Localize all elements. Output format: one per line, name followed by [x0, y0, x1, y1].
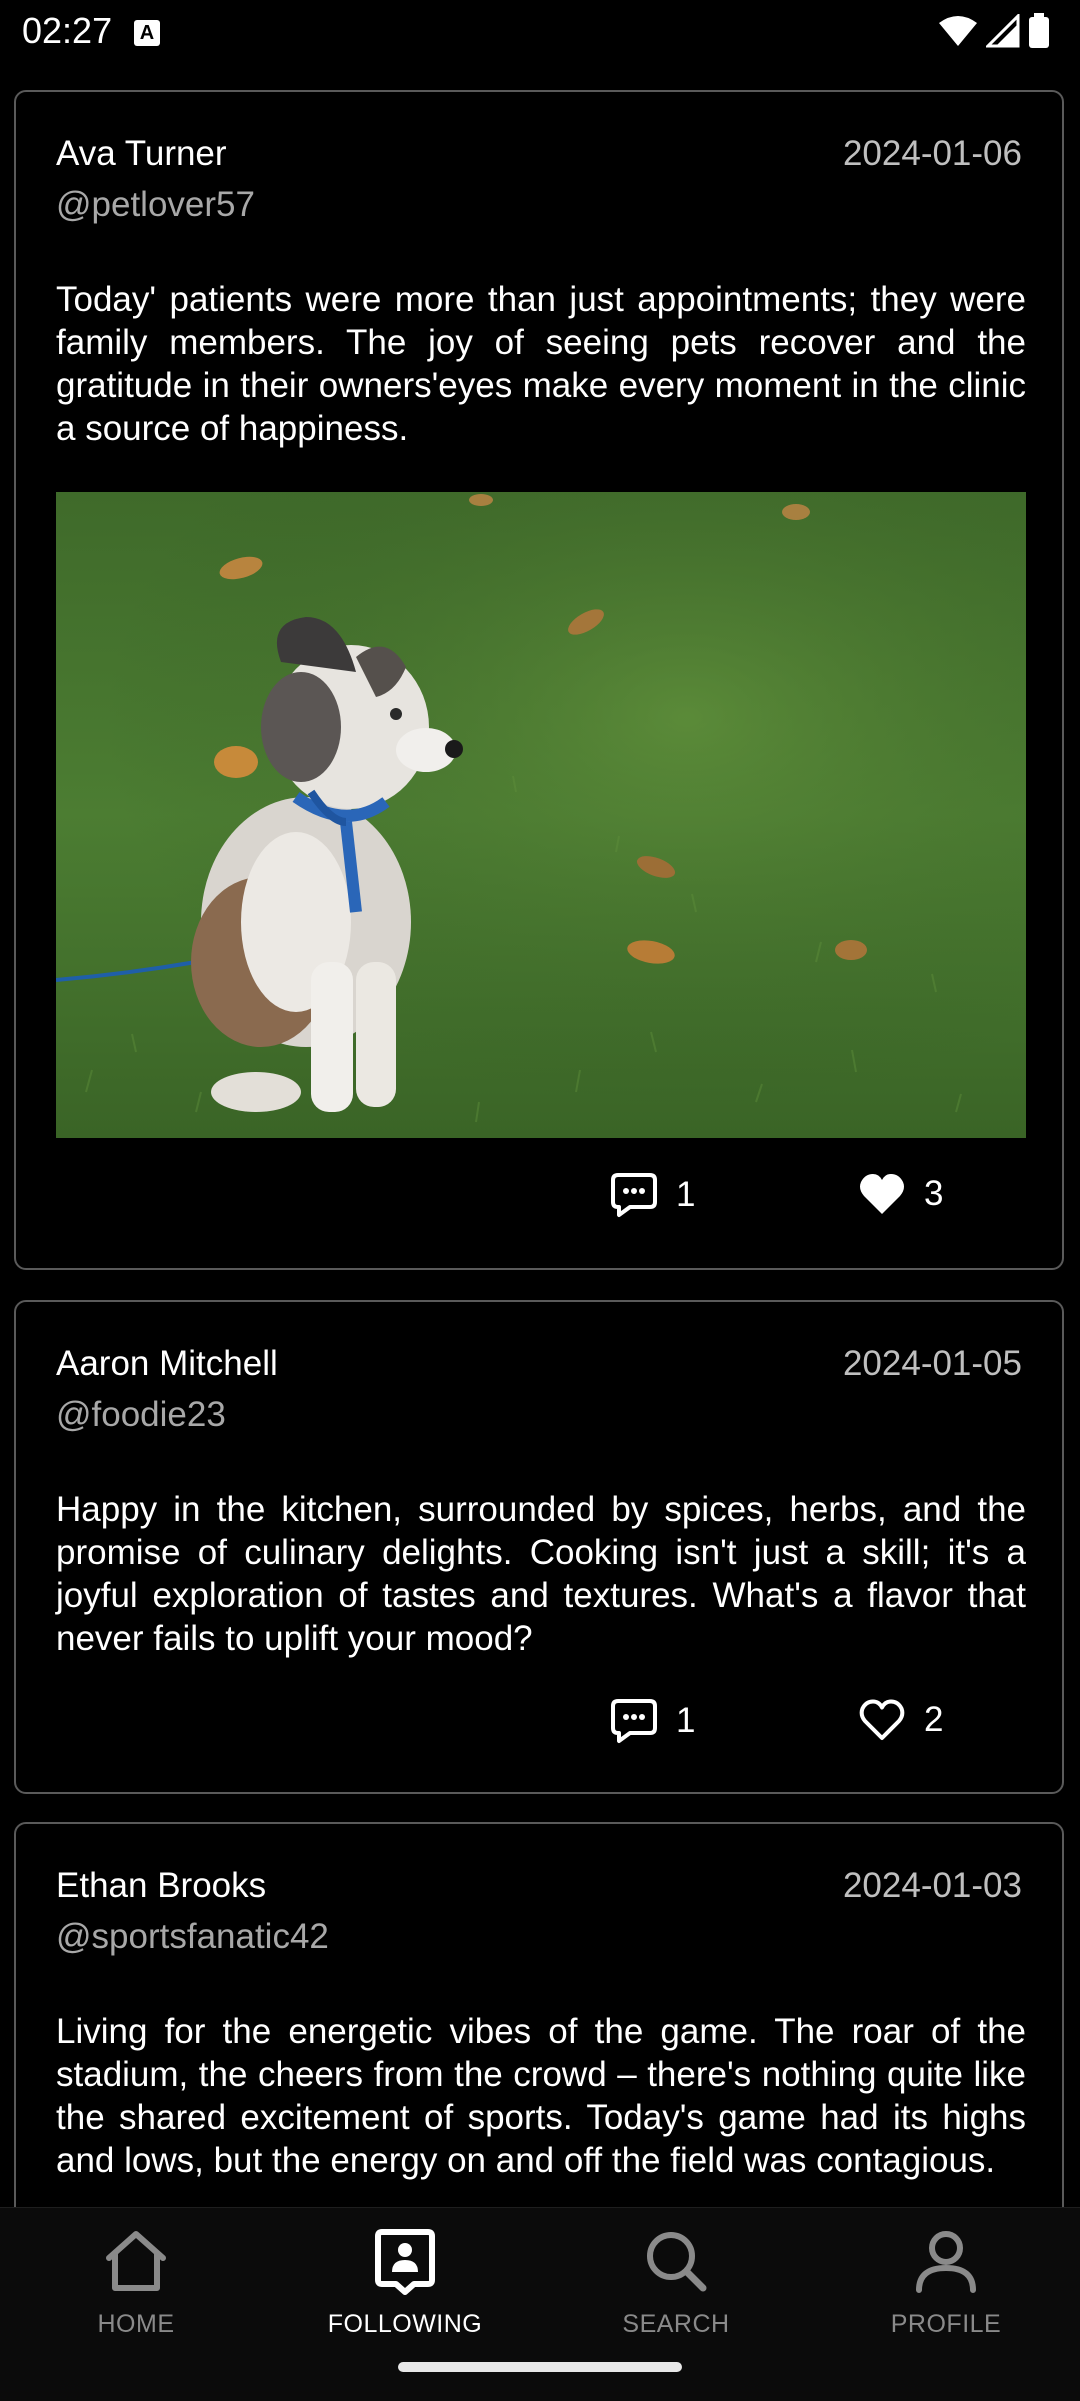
post-card[interactable]: Aaron Mitchell 2024-01-05 @foodie23 Happ… [14, 1300, 1064, 1794]
puppy-photo [56, 492, 1026, 1138]
comment-action[interactable]: 1 [610, 1698, 695, 1744]
status-time: 02:27 [22, 10, 113, 51]
like-action[interactable]: 2 [858, 1698, 943, 1742]
search-icon [647, 2232, 707, 2292]
status-bar: 02:27 A [0, 0, 1080, 62]
post-text: Today' patients were more than just appo… [56, 280, 1026, 448]
nav-search[interactable]: SEARCH [576, 2220, 776, 2350]
post-handle[interactable]: @petlover57 [56, 185, 255, 225]
nav-label: HOME [97, 2310, 175, 2338]
nav-label: FOLLOWING [327, 2310, 483, 2338]
wifi-icon [939, 16, 977, 46]
heart-outline-icon [859, 1699, 905, 1740]
post-handle[interactable]: @sportsfanatic42 [56, 1917, 329, 1957]
post-date: 2024-01-06 [842, 134, 1022, 173]
nav-following[interactable]: FOLLOWING [305, 2220, 505, 2350]
comment-count: 1 [676, 1175, 696, 1214]
nav-label: SEARCH [622, 2310, 730, 2338]
post-author[interactable]: Ava Turner [56, 134, 227, 174]
nav-label: PROFILE [890, 2310, 1002, 2338]
home-icon [106, 2231, 166, 2291]
nav-home[interactable]: HOME [36, 2220, 236, 2350]
battery-icon [1029, 13, 1049, 48]
post-image[interactable] [56, 492, 1026, 1138]
status-icons [938, 13, 1050, 48]
comment-icon [611, 1699, 657, 1743]
heart-filled-icon [860, 1174, 904, 1214]
post-date: 2024-01-05 [842, 1344, 1022, 1383]
post-text: Happy in the kitchen, surrounded by spic… [56, 1490, 1026, 1658]
like-count: 2 [924, 1700, 944, 1739]
post-card[interactable]: Ethan Brooks 2024-01-03 @sportsfanatic42… [14, 1822, 1064, 2207]
comment-icon [611, 1173, 657, 1217]
post-author[interactable]: Ethan Brooks [56, 1866, 266, 1906]
feed[interactable]: Ava Turner 2024-01-06 @petlover57 Today'… [0, 62, 1080, 2207]
post-handle[interactable]: @foodie23 [56, 1395, 226, 1435]
like-count: 3 [924, 1174, 944, 1213]
notification-icon: A [134, 20, 160, 46]
comment-action[interactable]: 1 [610, 1172, 695, 1218]
home-indicator[interactable] [398, 2362, 682, 2372]
post-date: 2024-01-03 [842, 1866, 1022, 1905]
post-author[interactable]: Aaron Mitchell [56, 1344, 278, 1384]
nav-profile[interactable]: PROFILE [846, 2220, 1046, 2350]
profile-icon [916, 2231, 976, 2293]
post-text: Living for the energetic vibes of the ga… [56, 2012, 1026, 2180]
comment-count: 1 [676, 1701, 696, 1740]
post-card[interactable]: Ava Turner 2024-01-06 @petlover57 Today'… [14, 90, 1064, 1270]
following-icon [375, 2229, 435, 2295]
signal-icon [986, 14, 1020, 48]
like-action[interactable]: 3 [858, 1172, 943, 1216]
